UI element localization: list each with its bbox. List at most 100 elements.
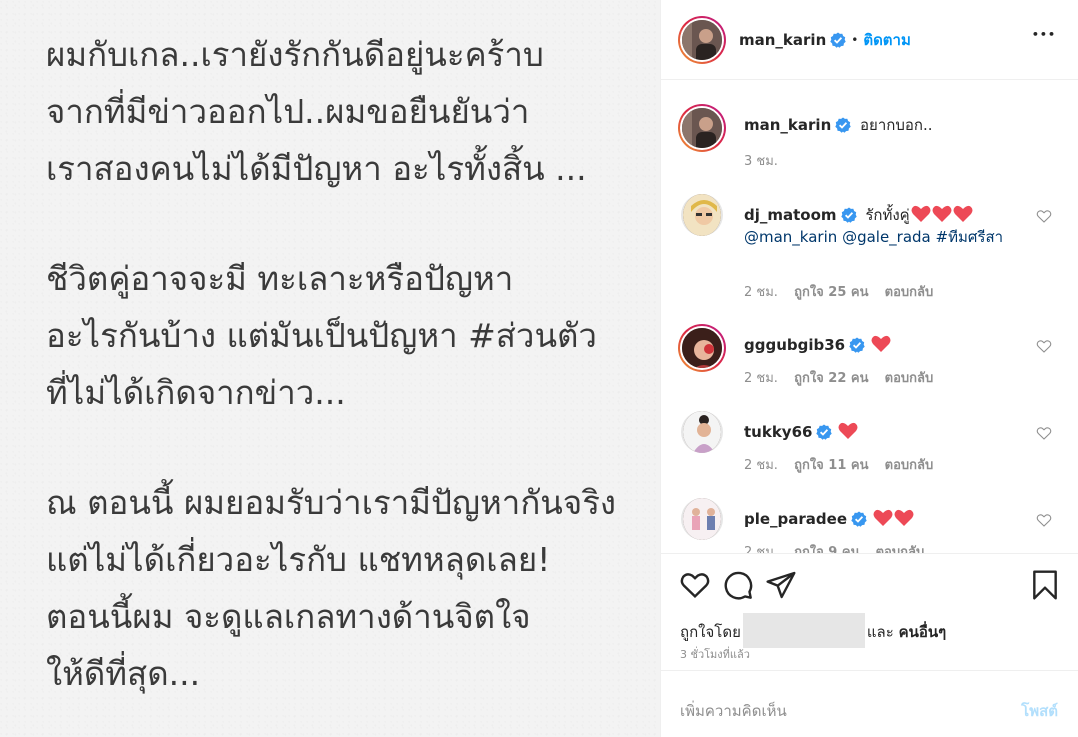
avatar-photo-icon [682, 328, 722, 368]
post-line: ผมกับเกล..เรายังรักกันดีอยู่นะคร้าบ [46, 35, 544, 74]
comment-text: tukky66 [744, 421, 1024, 443]
comment-username[interactable]: ple_paradee [744, 510, 847, 528]
caption-row: man_karin อยากบอก.. 3 ชม. [678, 104, 1058, 184]
author-username[interactable]: man_karin [739, 31, 826, 49]
add-comment-input[interactable]: เพิ่มความคิดเห็น [680, 699, 787, 723]
mention-link[interactable]: @man_karin [744, 228, 837, 246]
post-header: man_karin • ติดตาม ••• [661, 0, 1078, 80]
comment-meta: 2 ชม. ถูกใจ 25 คน ตอบกลับ [744, 281, 945, 302]
comment-time[interactable]: 2 ชม. [744, 285, 778, 300]
comment-username[interactable]: tukky66 [744, 423, 812, 441]
comment-username[interactable]: dj_matoom [744, 206, 837, 224]
post-time-ago[interactable]: 3 ชั่วโมงที่แล้ว [680, 645, 750, 663]
post-line: อะไรกันบ้าง แต่มันเป็นปัญหา #ส่วนตัว [46, 316, 597, 355]
comment-time[interactable]: 2 ชม. [744, 545, 778, 553]
add-comment-bar: เพิ่มความคิดเห็น โพสต์ [661, 670, 1078, 737]
like-comment-heart-icon[interactable] [1036, 512, 1052, 528]
red-heart-emoji-icon [932, 205, 952, 222]
red-heart-emoji-icon [953, 205, 973, 222]
caption-username[interactable]: man_karin [744, 116, 831, 134]
red-heart-emoji-icon [894, 509, 914, 526]
commenter-avatar[interactable] [678, 324, 726, 372]
comment-text: dj_matoom รักทั้งคู่ @man_karin @gale_ra… [744, 204, 1024, 248]
avatar-photo [683, 411, 721, 453]
comment-likes[interactable]: ถูกใจ 9 คน [794, 545, 859, 553]
follow-button[interactable]: ติดตาม [863, 28, 911, 52]
avatar-photo [683, 498, 721, 540]
red-heart-emoji-icon [838, 422, 858, 439]
commenter-avatar[interactable] [681, 411, 723, 453]
comment-meta: 2 ชม. ถูกใจ 11 คน ตอบกลับ [744, 454, 945, 475]
post-line: ตอนนี้ผม จะดูแลเกลทางด้านจิตใจ [46, 597, 531, 636]
comment-meta: 2 ชม. ถูกใจ 22 คน ตอบกลับ [744, 367, 945, 388]
red-heart-emoji-icon [871, 335, 891, 352]
comment-text: gggubgib36 [744, 334, 1024, 356]
post-line: จากที่มีข่าวออกไป..ผมขอยืนยันว่า [46, 92, 530, 131]
reply-button[interactable]: ตอบกลับ [876, 545, 925, 553]
comment-text: ple_paradee [744, 508, 1024, 530]
liked-by-redacted-user[interactable] [742, 613, 865, 648]
liked-by-others[interactable]: คนอื่นๆ [899, 623, 947, 641]
post-line: เราสองคนไม่ได้มีปัญหา อะไรทั้งสิ้น ... [46, 149, 587, 188]
avatar-photo [680, 326, 724, 370]
comment-bubble-icon[interactable] [722, 569, 754, 601]
avatar-photo-icon [683, 411, 721, 453]
header-separator: • [851, 32, 859, 47]
author-avatar[interactable] [678, 15, 726, 64]
comment-row: gggubgib36 2 ชม. ถูกใจ 22 คน ตอบกลับ [678, 324, 1058, 394]
comment-body: รักทั้งคู่ [865, 206, 910, 224]
caption-time[interactable]: 3 ชม. [744, 154, 778, 169]
avatar-photo-icon [683, 498, 721, 540]
save-bookmark-icon[interactable] [1029, 569, 1061, 601]
caption-meta: 3 ชม. [744, 150, 790, 171]
post-line: ที่ไม่ได้เกิดจากข่าว... [46, 373, 346, 412]
reply-button[interactable]: ตอบกลับ [885, 285, 934, 300]
comment-likes[interactable]: ถูกใจ 25 คน [794, 285, 868, 300]
comment-row: dj_matoom รักทั้งคู่ @man_karin @gale_ra… [678, 194, 1058, 304]
verified-badge-icon [851, 511, 867, 527]
verified-badge-icon [835, 117, 851, 133]
comment-row: ple_paradee 2 ชม. ถูกใจ 9 คน ตอบกลับ [678, 498, 1058, 553]
hashtag-link[interactable]: #ทีมศรีสา [936, 228, 1004, 246]
avatar-photo-icon [682, 108, 722, 148]
post-line: ชีวิตคู่อาจจะมี ทะเลาะหรือปัญหา [46, 259, 514, 298]
verified-badge-icon [816, 424, 833, 440]
like-heart-icon[interactable] [679, 569, 711, 601]
more-options-icon[interactable]: ••• [1032, 28, 1056, 42]
red-heart-emoji-icon [911, 205, 931, 222]
liked-by-line: ถูกใจโดย และ คนอื่นๆ [680, 613, 946, 648]
caption-body: อยากบอก.. [860, 116, 933, 134]
like-comment-heart-icon[interactable] [1036, 338, 1052, 354]
liked-by-and: และ [866, 623, 894, 641]
post-line: ให้ดีที่สุด... [46, 654, 201, 693]
avatar-photo [680, 106, 724, 150]
share-paper-plane-icon[interactable] [765, 569, 797, 601]
avatar-photo-icon [682, 19, 722, 60]
like-comment-heart-icon[interactable] [1036, 425, 1052, 441]
commenter-avatar[interactable] [681, 498, 723, 540]
comment-likes[interactable]: ถูกใจ 22 คน [794, 371, 868, 386]
post-comment-button[interactable]: โพสต์ [1021, 699, 1058, 723]
post-image-text: ผมกับเกล..เรายังรักกันดีอยู่นะคร้าบ จากท… [46, 26, 646, 702]
comment-time[interactable]: 2 ชม. [744, 458, 778, 473]
post-actions: ถูกใจโดย และ คนอื่นๆ 3 ชั่วโมงที่แล้ว [661, 553, 1078, 670]
comment-username[interactable]: gggubgib36 [744, 336, 845, 354]
author-avatar[interactable] [678, 104, 726, 152]
red-heart-emoji-icon [873, 509, 893, 526]
comments-list[interactable]: man_karin อยากบอก.. 3 ชม. dj_matoom รักท… [661, 81, 1078, 553]
commenter-avatar[interactable] [681, 194, 723, 236]
comment-time[interactable]: 2 ชม. [744, 371, 778, 386]
reply-button[interactable]: ตอบกลับ [885, 371, 934, 386]
liked-by-prefix: ถูกใจโดย [680, 623, 741, 641]
verified-badge-icon [840, 207, 857, 223]
post-image: ผมกับเกล..เรายังรักกันดีอยู่นะคร้าบ จากท… [0, 0, 660, 737]
verified-badge-icon [849, 337, 865, 353]
post-line: แต่ไม่ได้เกี่ยวอะไรกับ แชทหลุดเลย! [46, 540, 551, 579]
reply-button[interactable]: ตอบกลับ [885, 458, 934, 473]
comment-row: tukky66 2 ชม. ถูกใจ 11 คน ตอบกลับ [678, 411, 1058, 481]
comment-likes[interactable]: ถูกใจ 11 คน [794, 458, 868, 473]
like-comment-heart-icon[interactable] [1036, 208, 1052, 224]
mention-link[interactable]: @gale_rada [842, 228, 931, 246]
avatar-photo [680, 17, 724, 62]
